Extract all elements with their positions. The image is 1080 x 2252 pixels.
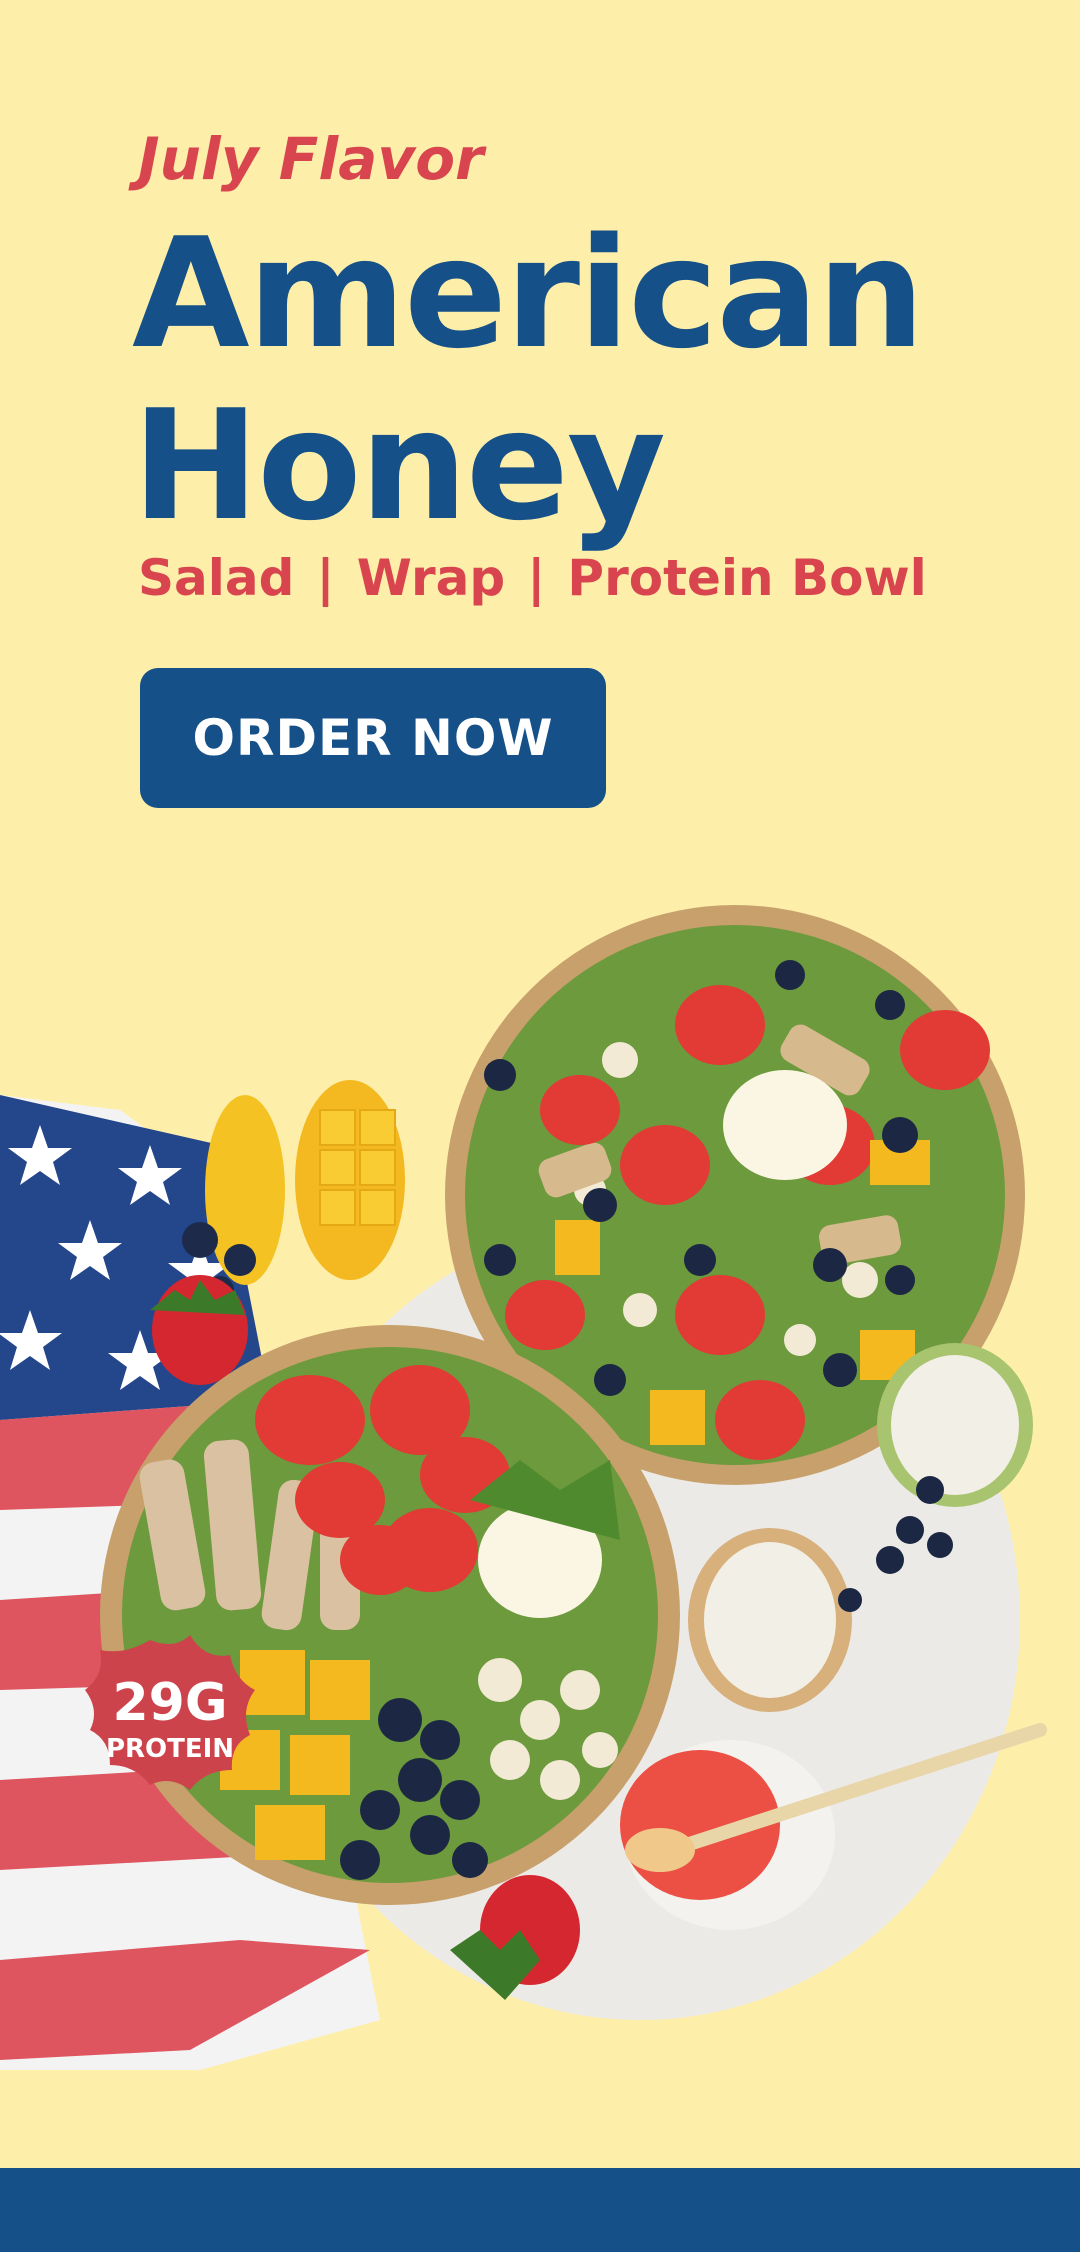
menu-item-wrap: Wrap [356, 549, 506, 607]
eyebrow-text: July Flavor [138, 125, 484, 193]
menu-item-salad: Salad [138, 549, 295, 607]
page-title: American Honey [132, 208, 1038, 552]
protein-label: PROTEIN [106, 1734, 234, 1764]
menu-separator: | [527, 549, 546, 607]
title-line-2: Honey [132, 377, 666, 554]
headline-block: July Flavor American Honey [132, 120, 1038, 552]
order-now-button[interactable]: ORDER NOW [140, 668, 606, 808]
protein-bowl-illustration [100, 1325, 680, 1905]
protein-value: 29G [112, 1673, 227, 1733]
menu-separator: | [316, 549, 335, 607]
title-line-1: American [132, 205, 925, 382]
menu-item-protein-bowl: Protein Bowl [567, 549, 927, 607]
menu-options: Salad | Wrap | Protein Bowl [138, 548, 927, 608]
footer-bar [0, 2168, 1080, 2252]
food-photo: 29G PROTEIN [0, 905, 1047, 2070]
